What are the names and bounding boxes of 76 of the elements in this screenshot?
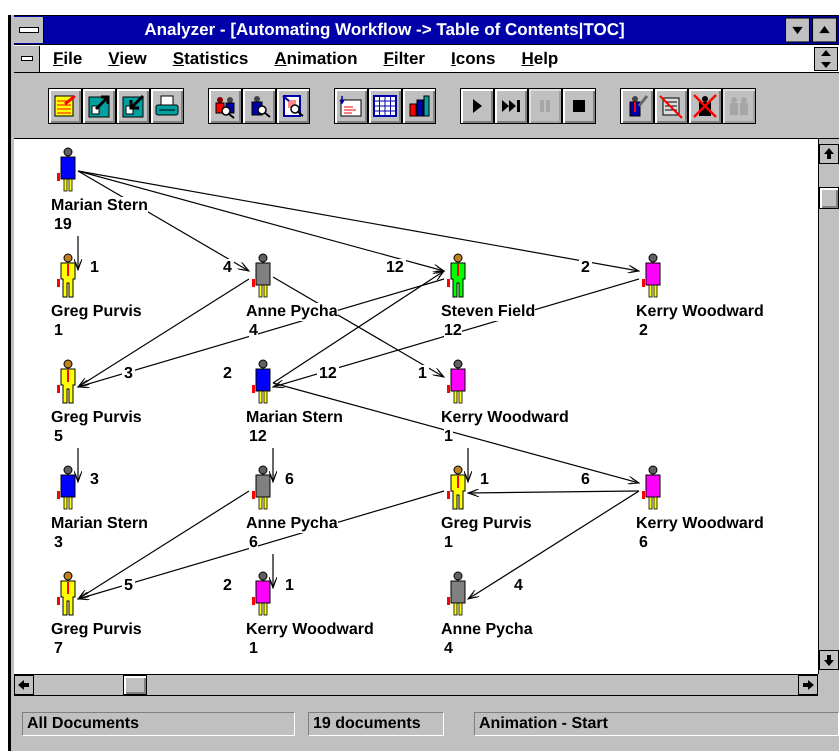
scroll-thumb[interactable] <box>123 675 147 695</box>
crossed-person-icon <box>691 92 719 120</box>
toolbar-button[interactable] <box>368 88 402 124</box>
menu-item[interactable]: Icons <box>451 48 496 68</box>
play-icon <box>472 98 482 112</box>
node-name: Steven Field <box>441 303 536 321</box>
scroll-thumb[interactable] <box>819 187 839 209</box>
horizontal-scrollbar[interactable] <box>14 674 818 696</box>
woman-icon[interactable] <box>249 253 273 299</box>
node-name: Greg Purvis <box>441 515 532 533</box>
woman-icon[interactable] <box>54 147 78 193</box>
toolbar-button[interactable] <box>242 88 276 124</box>
woman-icon[interactable] <box>639 465 663 511</box>
toolbar-button[interactable] <box>688 88 722 124</box>
toolbar-button[interactable] <box>654 88 688 124</box>
node-name: Anne Pycha <box>441 621 533 639</box>
node-name: Kerry Woodward <box>441 409 569 427</box>
node-name: Greg Purvis <box>51 303 142 321</box>
man-icon[interactable] <box>54 253 78 299</box>
toolbar-button[interactable] <box>150 88 184 124</box>
menu-item[interactable]: Filter <box>383 48 426 68</box>
scroll-down-icon[interactable] <box>819 650 839 670</box>
pause-icon <box>540 100 550 112</box>
toolbar-button[interactable] <box>620 88 654 124</box>
node-name: Kerry Woodward <box>636 303 764 321</box>
stop-icon <box>573 100 585 112</box>
status-panel: All Documents <box>22 712 295 736</box>
toolbar-button[interactable] <box>562 88 596 124</box>
woman-icon[interactable] <box>249 359 273 405</box>
node-name: Kerry Woodward <box>246 621 374 639</box>
man-icon[interactable] <box>444 465 468 511</box>
menu-item[interactable]: File <box>53 48 82 68</box>
woman-icon[interactable] <box>444 571 468 617</box>
system-menu-button[interactable] <box>14 17 44 43</box>
vertical-scrollbar[interactable] <box>818 139 839 674</box>
toolbar-button[interactable] <box>208 88 242 124</box>
status-panel: Animation - Start <box>474 712 839 736</box>
toolbar-button[interactable] <box>82 88 116 124</box>
document-menu-button[interactable] <box>14 46 40 72</box>
man-icon[interactable] <box>444 253 468 299</box>
toolbar-button[interactable] <box>494 88 528 124</box>
node-name: Kerry Woodward <box>636 515 764 533</box>
node-count: 12 <box>444 322 462 340</box>
node-count: 6 <box>249 534 258 552</box>
menu-item[interactable]: Statistics <box>172 48 248 68</box>
menu-item[interactable]: Animation <box>274 48 358 68</box>
node-name: Greg Purvis <box>51 621 142 639</box>
node-name: Greg Purvis <box>51 409 142 427</box>
woman-icon[interactable] <box>249 571 273 617</box>
skip-icon <box>502 100 520 112</box>
man-icon[interactable] <box>54 571 78 617</box>
woman-icon[interactable] <box>54 465 78 511</box>
status-panel: 19 documents <box>308 712 444 736</box>
scroll-left-icon[interactable] <box>14 675 34 695</box>
node-name: Anne Pycha <box>246 515 338 533</box>
toolbar-button[interactable] <box>276 88 310 124</box>
node-count: 4 <box>249 322 258 340</box>
toolbar-button[interactable] <box>116 88 150 124</box>
toolbar-button[interactable] <box>460 88 494 124</box>
minimize-icon[interactable] <box>785 17 810 43</box>
scroll-up-icon[interactable] <box>819 144 839 164</box>
maximize-icon[interactable] <box>812 17 837 43</box>
toolbar-button[interactable] <box>48 88 82 124</box>
woman-icon[interactable] <box>444 359 468 405</box>
menu-item[interactable]: Help <box>521 48 558 68</box>
restore-icon[interactable] <box>814 46 838 72</box>
woman-icon[interactable] <box>249 465 273 511</box>
toolbar-button[interactable] <box>402 88 436 124</box>
menu-item[interactable]: View <box>108 48 147 68</box>
woman-icon[interactable] <box>639 253 663 299</box>
node-name: Anne Pycha <box>246 303 338 321</box>
scroll-right-icon[interactable] <box>798 675 818 695</box>
window-title: Analyzer - [Automating Workflow -> Table of Contents|TOC] <box>143 20 626 40</box>
man-icon[interactable] <box>54 359 78 405</box>
toolbar-button[interactable] <box>334 88 368 124</box>
node-name: Marian Stern <box>51 197 148 215</box>
